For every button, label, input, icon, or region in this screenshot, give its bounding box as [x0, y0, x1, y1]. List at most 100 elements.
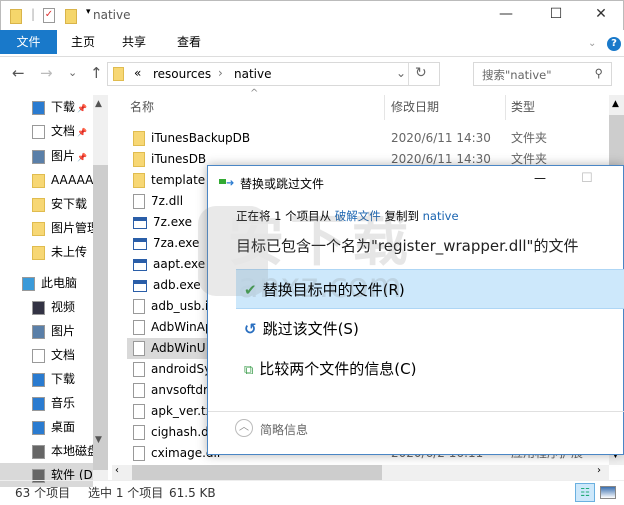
- address-dropdown-icon[interactable]: ⌄: [396, 66, 406, 80]
- tab-file[interactable]: 文件: [0, 30, 57, 54]
- recent-locations-button[interactable]: ⌄: [68, 66, 77, 88]
- folder-icon: [32, 173, 45, 188]
- title-bar: | ✓ ▾ native — ☐ ✕: [0, 0, 624, 30]
- navigation-pane: 下载📌文档📌图片📌AAAAA安下载图片管理未上传此电脑视频图片文档下载音乐桌面本…: [0, 95, 108, 487]
- copy-description: 正在将 1 个项目从 破解文件 复制到 native: [236, 208, 459, 224]
- file-name: 7z.exe: [153, 215, 193, 229]
- search-input[interactable]: 搜索"native" ⚲: [473, 62, 612, 86]
- video-icon: [32, 300, 45, 315]
- tab-share[interactable]: 共享: [108, 30, 160, 54]
- sidebar-item[interactable]: 文档: [0, 343, 93, 367]
- sidebar-item[interactable]: 图片 📌: [0, 144, 93, 168]
- collapse-icon[interactable]: ︿: [235, 419, 253, 437]
- help-icon[interactable]: ?: [607, 37, 621, 51]
- sidebar-item[interactable]: 音乐: [0, 391, 93, 415]
- dll-icon: [133, 383, 145, 398]
- search-icon: ⚲: [594, 66, 603, 80]
- up-button[interactable]: ↑: [90, 64, 103, 86]
- column-date[interactable]: 修改日期: [391, 95, 439, 120]
- sidebar-item[interactable]: 未上传: [0, 240, 93, 264]
- address-bar[interactable]: « resources › native ⌄ ↻: [107, 62, 440, 86]
- back-button[interactable]: ←: [12, 64, 25, 86]
- destination-link[interactable]: native: [423, 209, 459, 223]
- sidebar-item[interactable]: 本地磁盘: [0, 439, 93, 463]
- copy-icon: [219, 179, 226, 184]
- column-name[interactable]: 名称: [130, 95, 154, 120]
- refresh-button[interactable]: ↻: [415, 65, 427, 81]
- sidebar-item[interactable]: 图片: [0, 319, 93, 343]
- minimize-button[interactable]: —: [491, 6, 521, 22]
- file-name: iTunesDB: [151, 152, 207, 166]
- file-row[interactable]: iTunesBackupDB 2020/6/11 14:30 文件夹: [127, 128, 607, 149]
- sidebar-item[interactable]: 视频: [0, 295, 93, 319]
- file-name: androidSy: [151, 362, 212, 376]
- expand-ribbon-icon[interactable]: ⌄: [588, 38, 596, 49]
- dialog-maximize-button[interactable]: ☐: [581, 171, 593, 186]
- compare-label: 比较两个文件的信息(C): [259, 360, 417, 378]
- folder-icon: [133, 173, 145, 188]
- copy-prefix: 正在将 1 个项目从: [236, 209, 332, 223]
- exe-icon: [133, 279, 147, 292]
- skip-label: 跳过该文件(S): [262, 320, 359, 338]
- file-name: AdbWinU: [151, 341, 206, 355]
- download-icon: [32, 372, 45, 387]
- divider: [408, 63, 409, 85]
- maximize-button[interactable]: ☐: [541, 6, 571, 22]
- sidebar-item[interactable]: 桌面: [0, 415, 93, 439]
- large-icons-view-button[interactable]: [600, 486, 616, 499]
- arrow-icon: ➜: [226, 178, 235, 189]
- tab-view[interactable]: 查看: [163, 30, 215, 54]
- sidebar-item[interactable]: 图片管理: [0, 216, 93, 240]
- divider: [208, 411, 624, 412]
- sidebar-item[interactable]: 文档 📌: [0, 119, 93, 143]
- column-type[interactable]: 类型: [511, 95, 535, 120]
- sidebar-item[interactable]: 下载: [0, 367, 93, 391]
- properties-icon[interactable]: ✓: [43, 8, 55, 23]
- sidebar-item-label: 此电脑: [41, 276, 78, 290]
- folder-icon: [10, 9, 22, 24]
- forward-button[interactable]: →: [40, 64, 53, 86]
- sidebar-item[interactable]: AAAAA: [0, 168, 93, 192]
- sidebar-scrollbar[interactable]: ▲ ▼: [93, 95, 108, 480]
- details-toggle[interactable]: 简略信息: [260, 421, 308, 438]
- source-link[interactable]: 破解文件: [335, 209, 381, 223]
- sidebar-item-label: 图片: [51, 149, 76, 163]
- exe-icon: [133, 237, 147, 250]
- breadcrumb-overflow[interactable]: «: [134, 66, 141, 80]
- breadcrumb-resources[interactable]: resources: [153, 67, 211, 81]
- sidebar-item[interactable]: 此电脑: [0, 271, 93, 295]
- scroll-thumb[interactable]: [93, 165, 108, 470]
- details-view-button[interactable]: ☷: [575, 483, 595, 502]
- skip-option[interactable]: ↺ 跳过该文件(S): [236, 309, 624, 349]
- folder-icon: [113, 67, 124, 81]
- sidebar-item-label: 视频: [51, 300, 76, 314]
- close-button[interactable]: ✕: [586, 6, 616, 22]
- dialog-title: 替换或跳过文件: [240, 177, 325, 191]
- ini-icon: [133, 299, 145, 314]
- breadcrumb-native[interactable]: native: [234, 67, 271, 81]
- pin-icon: 📌: [77, 153, 87, 162]
- file-name: aapt.exe: [153, 257, 206, 271]
- customize-quick-access-icon[interactable]: ▾: [86, 7, 91, 17]
- selected-size: 61.5 KB: [169, 486, 216, 500]
- sidebar-item[interactable]: 安下载: [0, 192, 93, 216]
- folder-icon: [32, 197, 45, 212]
- new-folder-icon[interactable]: [65, 9, 77, 24]
- dll-icon: [133, 425, 145, 440]
- dll-icon: [133, 194, 145, 209]
- sidebar-item[interactable]: 下载 📌: [0, 95, 93, 119]
- sort-ascending-icon: ^: [250, 88, 259, 99]
- breadcrumb-chevron[interactable]: ›: [218, 66, 223, 80]
- compare-option[interactable]: ⧉ 比较两个文件的信息(C): [236, 349, 624, 389]
- sidebar-item-label: 安下载: [51, 197, 88, 211]
- file-name: 7za.exe: [153, 236, 200, 250]
- search-placeholder: 搜索"native": [482, 68, 552, 82]
- replace-option[interactable]: ✔ 替换目标中的文件(R): [236, 269, 624, 309]
- horizontal-scrollbar[interactable]: ‹ ›: [112, 465, 609, 480]
- computer-icon: [22, 276, 35, 291]
- picture-icon: [32, 149, 45, 164]
- dialog-minimize-button[interactable]: —: [534, 171, 546, 185]
- replace-or-skip-dialog: ➜ 替换或跳过文件 — ☐ 正在将 1 个项目从 破解文件 复制到 native…: [198, 165, 624, 455]
- tab-home[interactable]: 主页: [57, 30, 109, 54]
- file-name: adb_usb.i: [151, 299, 209, 313]
